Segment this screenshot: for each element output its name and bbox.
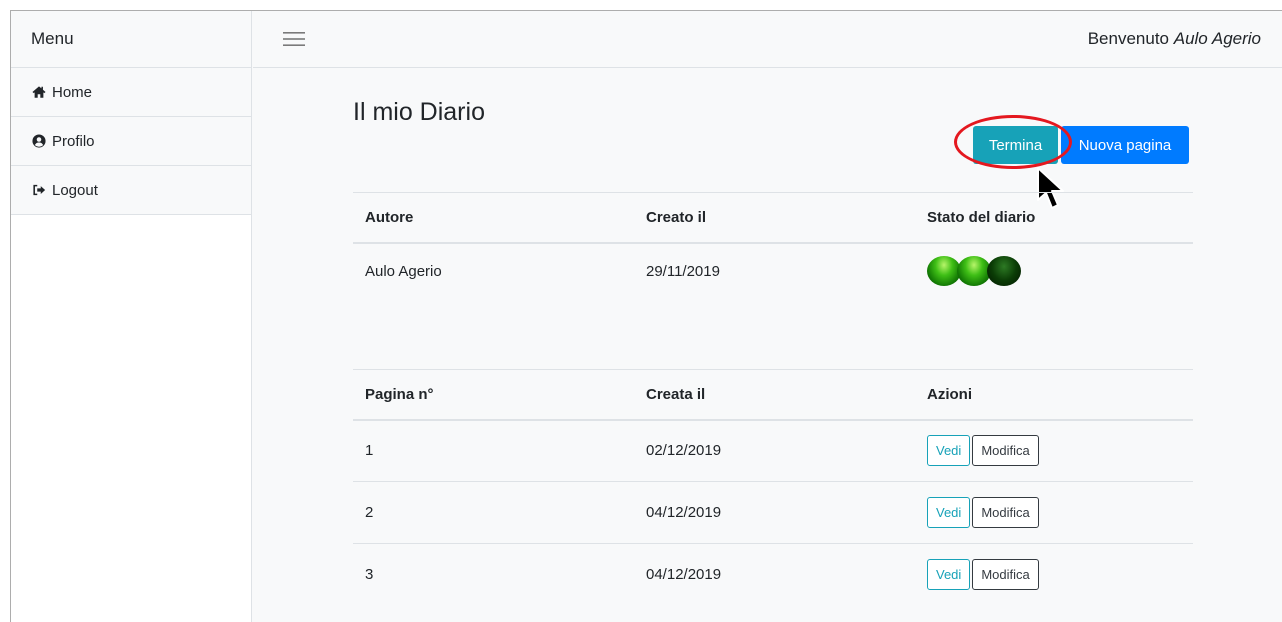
table-row: 2 04/12/2019 Vedi Modifica [353, 481, 1193, 544]
cell-actions: Vedi Modifica [915, 481, 1193, 544]
cell-creato: 29/11/2019 [646, 262, 720, 280]
menu-toggle-button[interactable] [283, 30, 305, 48]
column-header-azioni: Azioni [915, 369, 1193, 421]
sidebar-item-home[interactable]: Home [11, 68, 251, 117]
termina-button[interactable]: Termina [973, 126, 1058, 164]
column-header-pagina: Pagina n° [353, 369, 634, 421]
pages-table: Pagina n° Creata il Azioni 1 02/12/2019 … [353, 369, 1193, 606]
sign-out-icon [31, 182, 47, 198]
edit-button[interactable]: Modifica [972, 497, 1039, 528]
diary-table: Autore Creato il Stato del diario Aulo A… [353, 192, 1193, 299]
sidebar-item-label: Home [52, 83, 93, 101]
status-light-icon [957, 256, 991, 286]
sidebar-item-profilo[interactable]: Profilo [11, 117, 251, 166]
top-navbar: Benvenuto Aulo Agerio [253, 11, 1282, 68]
view-button[interactable]: Vedi [927, 559, 971, 591]
table-row: 1 02/12/2019 Vedi Modifica [353, 420, 1193, 482]
status-lights [927, 256, 1181, 286]
cell-page-number: 1 [365, 442, 374, 460]
main-content: Il mio Diario Termina Nuova pagina Autor… [253, 68, 1282, 622]
page-title: Il mio Diario [353, 98, 485, 126]
sidebar: Menu Home Profilo Logout [11, 11, 252, 622]
cell-page-date: 04/12/2019 [634, 543, 915, 606]
cell-actions: Vedi Modifica [915, 420, 1193, 482]
cell-autore: Aulo Agerio [365, 262, 442, 280]
cell-actions: Vedi Modifica [915, 543, 1193, 606]
table-row: 3 04/12/2019 Vedi Modifica [353, 543, 1193, 606]
view-button[interactable]: Vedi [927, 435, 971, 467]
user-circle-icon [31, 133, 47, 149]
column-header-creata: Creata il [634, 369, 915, 421]
column-header-stato: Stato del diario [915, 192, 1193, 244]
welcome-prefix: Benvenuto [1087, 29, 1174, 48]
column-header-creato: Creato il [634, 192, 915, 244]
user-name: Aulo Agerio [1173, 29, 1261, 48]
sidebar-item-logout[interactable]: Logout [11, 166, 251, 215]
status-light-icon [987, 256, 1021, 286]
cell-stato [915, 243, 1193, 299]
view-button[interactable]: Vedi [927, 497, 971, 528]
table-row: Aulo Agerio 29/11/2019 [353, 243, 1193, 299]
edit-button[interactable]: Modifica [972, 435, 1039, 467]
cell-page-number: 2 [353, 481, 634, 544]
sidebar-item-label: Profilo [52, 132, 95, 150]
sidebar-item-label: Logout [52, 181, 98, 199]
status-light-icon [927, 256, 961, 286]
app-frame: Menu Home Profilo Logout Benvenuto Aulo … [10, 10, 1282, 622]
column-header-autore: Autore [353, 192, 634, 244]
edit-button[interactable]: Modifica [972, 559, 1039, 591]
cell-page-date: 04/12/2019 [634, 481, 915, 544]
hamburger-icon [283, 32, 305, 46]
sidebar-heading: Menu [11, 11, 251, 68]
cell-page-number: 3 [353, 543, 634, 606]
table-header-row: Pagina n° Creata il Azioni [353, 369, 1193, 421]
home-icon [31, 84, 47, 100]
new-page-button[interactable]: Nuova pagina [1061, 126, 1189, 164]
table-header-row: Autore Creato il Stato del diario [353, 192, 1193, 244]
cell-page-date: 02/12/2019 [646, 442, 722, 460]
welcome-message: Benvenuto Aulo Agerio [1088, 29, 1261, 49]
